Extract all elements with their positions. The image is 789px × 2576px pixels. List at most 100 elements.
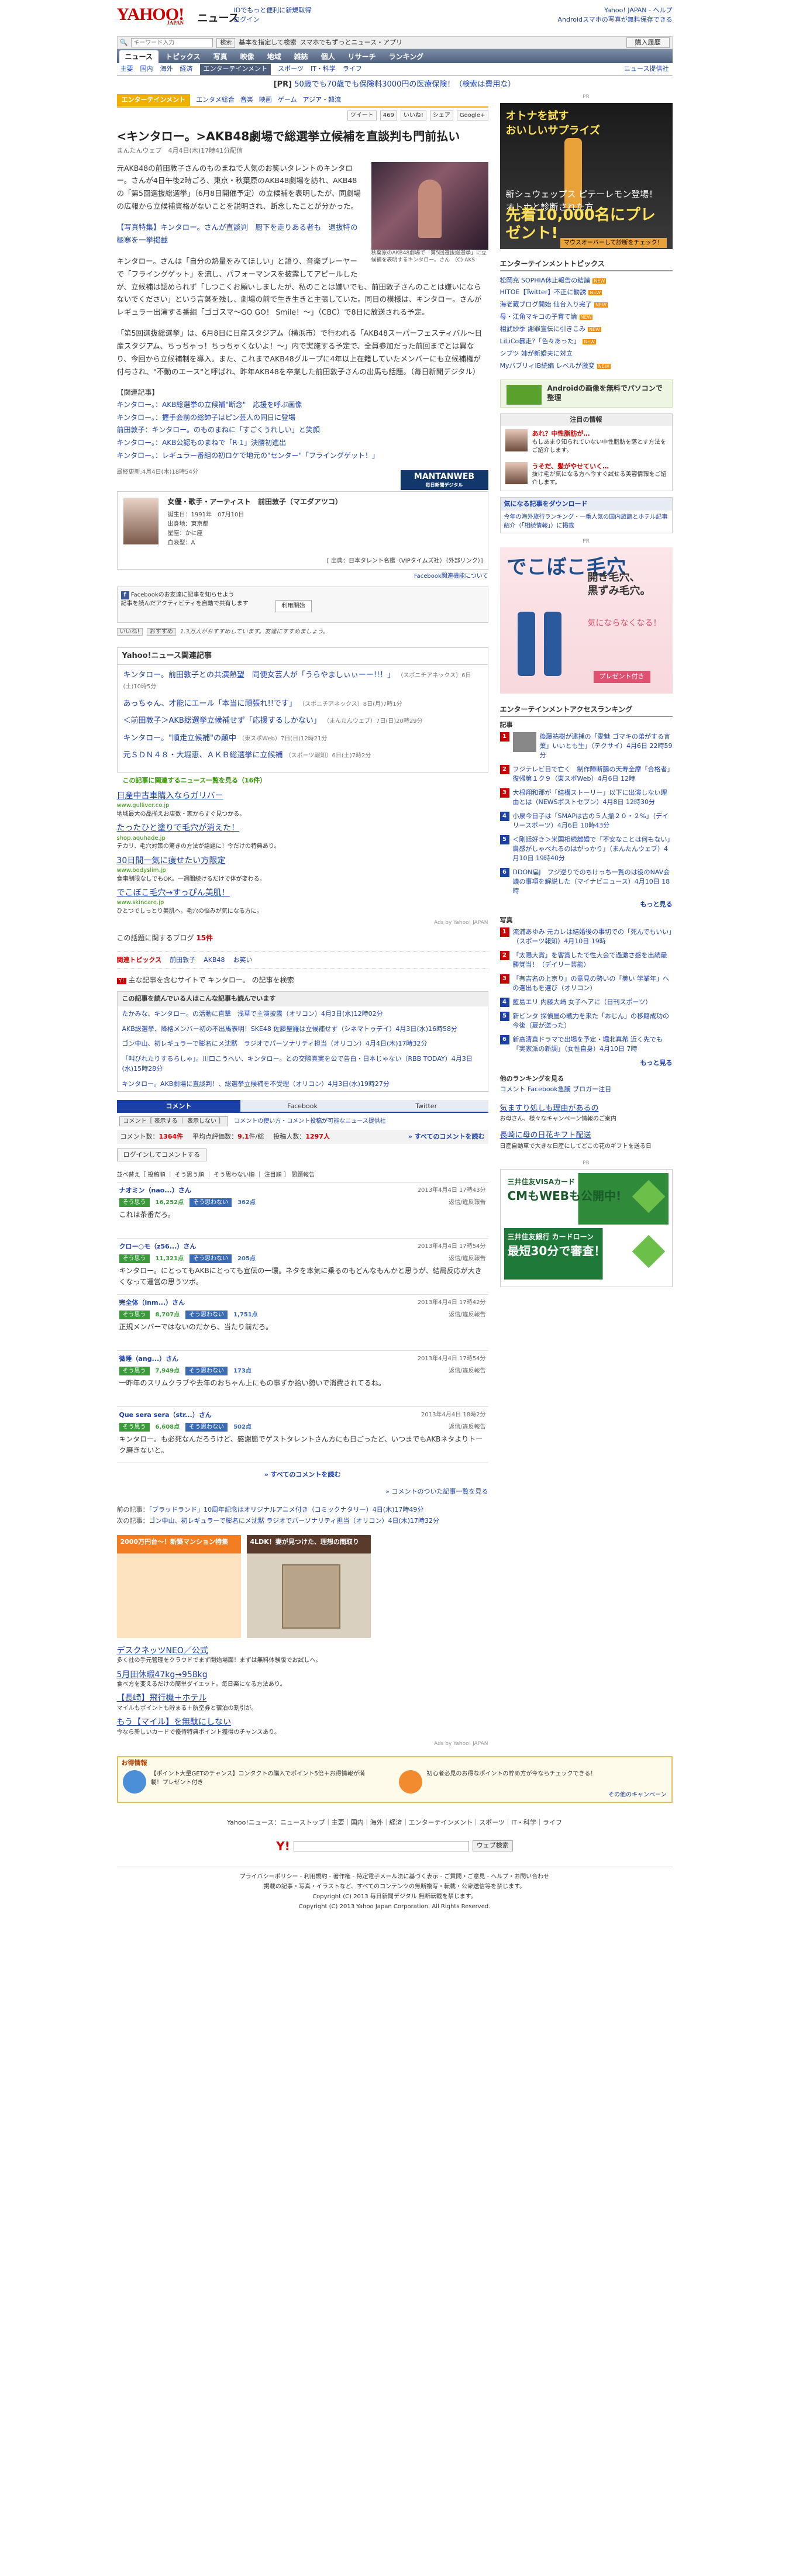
nav-video[interactable]: 映像	[235, 50, 260, 63]
ranking-item[interactable]: 1 流浦あゆみ 元カレは結婚後の事切での「死んでもいい」（スポーツ報知）4月10日…	[499, 927, 673, 946]
facebook-info-link[interactable]: Facebook関連機能について	[414, 573, 488, 580]
prev-article-link[interactable]: 「ブラッドランド」10周年記念はオリジナルアニメ付き（コミックナタリー）4日(木…	[149, 1506, 424, 1513]
ranking-item[interactable]: 2 フジテレビ日で亡く 制作陣断腸の天寿全摩「合格者」復帰第１ク９（東スポWeb）…	[499, 765, 673, 784]
disagree-button[interactable]: そう思わない	[185, 1310, 228, 1319]
also-read-2[interactable]: AKB総選挙、降格メンバー初の不出馬表明！SKE48 佐藤聖羅は立候補せず（シネ…	[122, 1025, 458, 1033]
read-all-comments-link[interactable]: » すべてのコメントを読む	[408, 1132, 485, 1142]
ranking-item[interactable]: 4 藍島エリ 内藤大崎 女子ヘアに（日刊スポーツ）	[499, 998, 673, 1008]
ranking-item[interactable]: 1 後藤祐樹が逮捕の「愛魅 ゴマキの弟がする言葉」いいとも生」（テクサイ）4月6日…	[499, 732, 673, 760]
related-link-3[interactable]: 前田敦子：キンタロー。のものまねに「すごくうれしい」と笑顔	[117, 426, 320, 434]
tab-comment[interactable]: コメント	[116, 1100, 241, 1112]
disagree-button[interactable]: そう思わない	[185, 1366, 228, 1375]
like-button[interactable]: いいね!	[400, 110, 426, 120]
nav-photo[interactable]: 写真	[208, 50, 233, 63]
commented-articles-link[interactable]: » コメントのついた記事一覧を見る	[385, 1488, 488, 1495]
nav-personal[interactable]: 個人	[315, 50, 341, 63]
ranking-item[interactable]: 4 小泉今日子は「SMAPは古の５人揃２０・２%」（デイリースポーツ）4月6日 1…	[499, 811, 673, 830]
nav-ranking[interactable]: ランキング	[383, 50, 430, 63]
related-news-4[interactable]: キンタロー。"順走立候補"の顛中	[123, 734, 236, 743]
read-all-comments-bottom[interactable]: » すべてのコメントを読む	[264, 1471, 341, 1478]
nav-topics[interactable]: トピックス	[160, 50, 206, 63]
share-button[interactable]: シェア	[429, 110, 453, 120]
like-small-button[interactable]: いいね!	[116, 628, 143, 636]
ad2-title-4[interactable]: もう【マイル】を無駄にしない	[117, 1716, 488, 1728]
related-news-all-link[interactable]: この記事に関連するニュース一覧を見る（16件）	[123, 776, 488, 786]
top-links[interactable]: Yahoo! JAPAN - ヘルプ	[604, 6, 673, 14]
ranking-item[interactable]: 3 大根翔和那が「結構ストーリー」以下に出演しない理由とは（NEWSポストセブン）…	[499, 788, 673, 807]
agree-button[interactable]: そう思う	[119, 1198, 150, 1207]
android-ad[interactable]: Androidの画像を無料でパソコンで整理	[499, 379, 673, 408]
ranking-more-link[interactable]: もっと見る	[640, 901, 673, 908]
related-link-4[interactable]: キンタロー。：AKB公認ものまねで「R-1」決勝初進出	[117, 439, 287, 447]
footer-nav[interactable]: Yahoo!ニュース：ニューストップ｜主要｜国内｜海外｜経済｜エンターテインメン…	[117, 1818, 673, 1828]
drink-ad[interactable]: オトナを試す おいしいサプライズ 新シュウェップス ピテーレモン登場！ オトナと…	[499, 102, 673, 249]
tab-facebook[interactable]: Facebook	[240, 1100, 364, 1112]
nav2-it[interactable]: IT・科学	[311, 64, 336, 74]
facebook-start-button[interactable]: 利用開始	[275, 600, 312, 613]
drink-ad-button[interactable]: マウスオーバーして診断をチェック！	[560, 237, 667, 248]
ad2-title-2[interactable]: 5月田休暇47kg→958kg	[117, 1669, 488, 1681]
mansion-ad[interactable]: 2000万円台～！新築マンション特集	[116, 1534, 241, 1638]
ranking-item[interactable]: 3 「有吉名の上京り」の意見の勢いの「美い 学業年」への選出もを選び（オリコン）	[499, 974, 673, 993]
ad-title-4[interactable]: でこぼこ毛穴→すっぴん美肌！	[117, 887, 488, 899]
comment-sort[interactable]: 並べ替え［ 投稿順 ｜ そう思う順 ｜ そう思わない順 ｜ 注目順 ］ 問題報告	[116, 1168, 488, 1183]
mantan-logo[interactable]: MANTANWEB 毎日新聞デジタル	[400, 470, 488, 491]
house-ad[interactable]: 4LDK！妻が見つけた、理想の間取り	[246, 1534, 371, 1638]
agree-button[interactable]: そう思う	[119, 1366, 150, 1375]
yahoo-logo-small[interactable]: Y!	[276, 1837, 290, 1855]
deal-item[interactable]: 初心者必見のお得なポイントの貯め方が今ならチェックできる！	[398, 1770, 650, 1794]
other-ranking-links[interactable]: コメント Facebook急騰 ブロガー注目	[500, 1085, 612, 1093]
side-topic-8[interactable]: MyバブリィIB続編 レベルが激変	[500, 362, 595, 370]
nav-local[interactable]: 地域	[261, 50, 287, 63]
profile-source[interactable]: [ 出典：日本タレント名鑑（VIPタイムズ社）（外部リンク）]	[327, 557, 483, 565]
new-id-link[interactable]: IDでもっと便利に新規取得	[234, 6, 312, 14]
related-link-5[interactable]: キンタロー。：レギュラー番組の初ロケで地元の"センター"「フライングゲット！」	[117, 451, 380, 460]
notice-item[interactable]: うそだ、髪がやせていく… 抜け毛が気になる方へ今すぐ試せる美容情報をご紹介します。	[501, 458, 672, 491]
comment-login-button[interactable]: ログインしてコメントする	[116, 1149, 207, 1162]
side-topic-4[interactable]: 母・江角マキコの子育て論	[500, 313, 577, 320]
disagree-button[interactable]: そう思わない	[185, 1422, 228, 1432]
card-loan-ad[interactable]: 三井住友銀行 カードローン 最短30分で審査！	[504, 1227, 669, 1280]
web-search-button[interactable]: ウェブ検索	[472, 1840, 513, 1851]
profile-photo[interactable]	[123, 498, 159, 545]
search-input[interactable]	[131, 38, 213, 47]
ranking-item[interactable]: 2 「太陽大賞」を客賞したで性大会で過激さ感を出続最勝覚当！（デイリー芸能）	[499, 951, 673, 970]
profile-title[interactable]: 女優・歌手・アーティスト 前田敦子（マエダアツコ）	[168, 496, 343, 507]
nav-magazine[interactable]: 雑誌	[288, 50, 314, 63]
login-link[interactable]: ログイン	[234, 16, 260, 23]
notice-item[interactable]: あれ？中性脂肪が… もしあまり知られていない中性脂肪を落とす方法をご紹介します。	[501, 426, 672, 458]
footer-links[interactable]: プライバシーポリシー - 利用規約 - 著作権 - 特定電子メール法に基づく表示…	[117, 1872, 673, 1882]
gplus-button[interactable]: Google+	[456, 110, 488, 120]
sub-asia[interactable]: アジア・韓流	[303, 95, 342, 105]
related-link-1[interactable]: キンタロー。：AKB総選挙の立候補"断念" 応援を呼ぶ画像	[117, 401, 302, 409]
agree-button[interactable]: そう思う	[119, 1254, 150, 1263]
related-news-1[interactable]: キンタロー。前田敦子との共演熱望 同便女芸人が「うらやましぃぃーー!!！」	[123, 671, 395, 680]
search-button[interactable]: 検索	[216, 37, 236, 48]
nav2-entertainment[interactable]: エンターテインメント	[199, 64, 271, 75]
reply-report-link[interactable]: 返信/違反報告	[449, 1254, 485, 1263]
reply-report-link[interactable]: 返信/違反報告	[449, 1367, 485, 1375]
related-news-2[interactable]: あっちゃん、才能にエール「本当に頑張れ!!です」	[123, 699, 297, 708]
next-article-link[interactable]: ゴン中山、初レギュラーで膨名にメ沈黙 ラジオでパーソナリティ担当（オリコン）4日…	[149, 1517, 440, 1525]
photo-image[interactable]	[371, 161, 488, 250]
nav2-domestic[interactable]: 国内	[140, 64, 153, 74]
reply-report-link[interactable]: 返信/違反報告	[449, 1198, 485, 1207]
also-read-3[interactable]: ゴン中山、初レギュラーで膨名にメ沈黙 ラジオでパーソナリティ担当（オリコン）4月…	[122, 1040, 428, 1047]
article-photo[interactable]: 秋葉原のAKB48劇場で「第5回選抜総選挙」に立候補を表明するキンタロー。さん …	[371, 161, 488, 264]
side-topic-2[interactable]: HITOE【Twitter】不正に勧誘	[500, 288, 587, 296]
nav2-world[interactable]: 海外	[160, 64, 173, 74]
reply-report-link[interactable]: 返信/違反報告	[449, 1423, 485, 1432]
related-link-2[interactable]: キンタロー。：握手会前の総帥子はピン芸人の同日に登場	[117, 413, 296, 422]
topic-maeda[interactable]: 前田敦子	[170, 956, 195, 965]
service-name[interactable]: ニュース	[198, 11, 239, 26]
nav-research[interactable]: リサーチ	[342, 50, 382, 63]
ads-by-2[interactable]: Ads by Yahoo! JAPAN	[117, 1740, 488, 1748]
sub-general[interactable]: エンタメ総合	[196, 95, 235, 105]
side-topic-7[interactable]: シブツ 姉が新婚夫に対立	[500, 350, 573, 357]
comment-toggle[interactable]: コメント［ 表示する ｜ 表示しない ］	[119, 1116, 229, 1127]
visa-card-ad[interactable]: 三井住友VISAカード CMもWEBも公開中!	[504, 1173, 669, 1225]
nav2-sports[interactable]: スポーツ	[278, 64, 304, 74]
ranking-item[interactable]: 5 ＜剛話好き＞米国相続離婚で「不安なことは何もない」肩感がしゃべれるのはがっかり…	[499, 834, 673, 863]
side-promo-2[interactable]: 長崎に母の日花キフト配送	[500, 1131, 591, 1140]
agree-button[interactable]: そう思う	[119, 1310, 150, 1319]
